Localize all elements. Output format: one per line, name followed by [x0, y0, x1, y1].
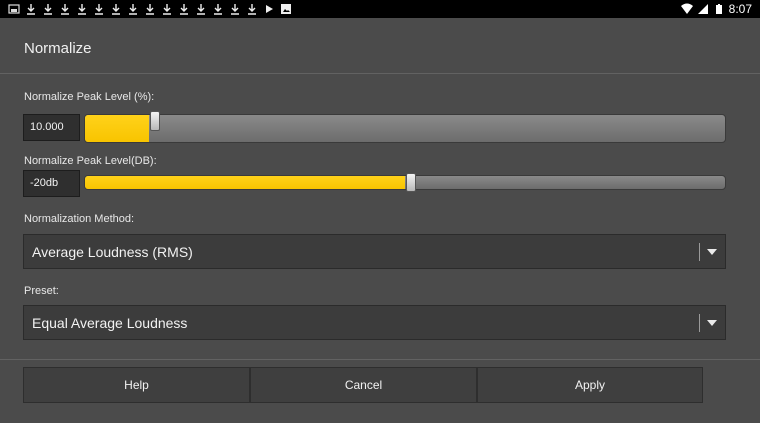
help-button[interactable]: Help — [23, 367, 250, 403]
dropdown-arrow-icon[interactable] — [706, 248, 718, 256]
peak-db-label: Normalize Peak Level(DB): — [24, 155, 157, 167]
method-label: Normalization Method: — [24, 213, 135, 225]
image-icon — [281, 4, 291, 14]
peak-percent-slider[interactable] — [84, 111, 726, 143]
peak-db-input[interactable]: -20db — [23, 170, 80, 197]
download-icon — [214, 4, 222, 15]
notification-icons — [8, 2, 292, 16]
cancel-button[interactable]: Cancel — [250, 367, 477, 403]
peak-percent-slider-thumb[interactable] — [150, 111, 160, 131]
cell-signal-icon — [697, 4, 708, 14]
normalize-dialog: Normalize Normalize Peak Level (%): 10.0… — [0, 18, 760, 423]
download-icon — [112, 4, 120, 15]
status-time: 8:07 — [728, 2, 752, 16]
system-status: 8:07 — [680, 0, 752, 18]
download-icon — [61, 4, 69, 15]
play-store-icon — [266, 5, 273, 13]
dialog-title: Normalize — [24, 40, 92, 57]
select-separator — [699, 314, 700, 332]
battery-icon — [715, 4, 722, 14]
download-icon — [231, 4, 239, 15]
button-divider — [0, 359, 760, 360]
method-selected-value: Average Loudness (RMS) — [32, 244, 193, 260]
download-icon — [78, 4, 86, 15]
wifi-icon — [680, 3, 693, 14]
preset-label: Preset: — [24, 285, 59, 297]
download-icon — [146, 4, 154, 15]
select-separator — [699, 243, 700, 261]
download-icon — [95, 4, 103, 15]
download-icon — [44, 4, 52, 15]
method-select[interactable]: Average Loudness (RMS) — [23, 234, 726, 269]
download-icon — [129, 4, 137, 15]
title-divider — [0, 73, 760, 74]
download-icon — [163, 4, 171, 15]
apply-button[interactable]: Apply — [477, 367, 703, 403]
download-icon — [248, 4, 256, 15]
preset-selected-value: Equal Average Loudness — [32, 315, 188, 331]
download-icon — [197, 4, 205, 15]
peak-percent-input[interactable]: 10.000 — [23, 114, 80, 141]
status-bar: 8:07 — [0, 0, 760, 18]
peak-percent-label: Normalize Peak Level (%): — [24, 91, 155, 103]
peak-db-slider-thumb[interactable] — [406, 173, 416, 192]
download-icon — [27, 4, 35, 15]
peak-db-slider-fill — [85, 176, 405, 189]
preset-select[interactable]: Equal Average Loudness — [23, 305, 726, 340]
dropdown-arrow-icon[interactable] — [706, 319, 718, 327]
peak-percent-slider-fill — [85, 115, 149, 142]
screenshot-icon — [8, 4, 20, 14]
peak-db-slider[interactable] — [84, 173, 726, 192]
download-icon — [180, 4, 188, 15]
